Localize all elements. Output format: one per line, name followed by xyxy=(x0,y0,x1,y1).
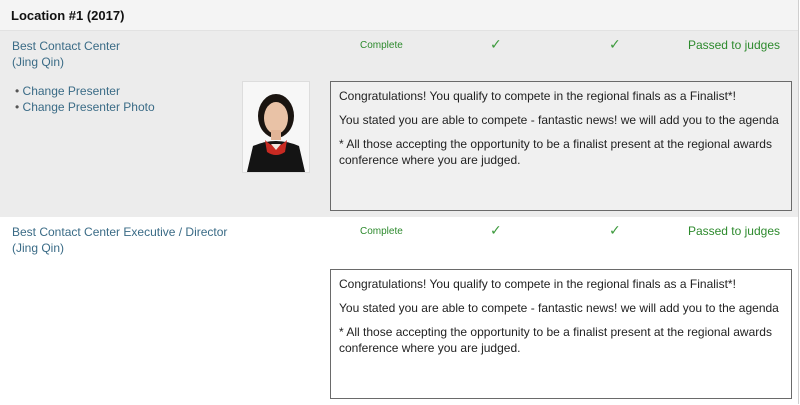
change-presenter-link[interactable]: Change Presenter xyxy=(15,83,155,99)
entry-category-link[interactable]: Best Contact Center Executive / Director… xyxy=(12,224,227,256)
entry-category[interactable]: Best Contact Center Executive / Director xyxy=(12,224,227,240)
checkmark-icon: ✓ xyxy=(490,222,502,238)
entry-presenter[interactable]: (Jing Qin) xyxy=(12,240,227,256)
entry-row: Best Contact Center Executive / Director… xyxy=(0,217,798,405)
presenter-photo-image xyxy=(243,82,309,172)
entries-panel: Location #1 (2017) Best Contact Center (… xyxy=(0,0,799,405)
message-note: * All those accepting the opportunity to… xyxy=(339,137,772,167)
presenter-photo xyxy=(242,81,310,173)
checkmark-icon: ✓ xyxy=(609,222,621,238)
status-complete: Complete xyxy=(360,226,403,237)
location-header: Location #1 (2017) xyxy=(0,0,798,31)
finalist-message-box: Congratulations! You qualify to compete … xyxy=(330,269,792,399)
change-presenter-photo-link[interactable]: Change Presenter Photo xyxy=(15,99,155,115)
message-congrats: Congratulations! You qualify to compete … xyxy=(339,277,736,291)
entry-presenter[interactable]: (Jing Qin) xyxy=(12,54,120,70)
passed-to-judges-status: Passed to judges xyxy=(687,38,780,52)
entry-category-link[interactable]: Best Contact Center (Jing Qin) xyxy=(12,38,120,70)
message-note: * All those accepting the opportunity to… xyxy=(339,325,772,355)
passed-to-judges-status: Passed to judges xyxy=(687,224,780,238)
location-title: Location #1 (2017) xyxy=(11,7,125,23)
message-congrats: Congratulations! You qualify to compete … xyxy=(339,89,736,103)
entry-row: Best Contact Center (Jing Qin) Complete … xyxy=(0,31,798,217)
presenter-actions: Change Presenter Change Presenter Photo xyxy=(15,83,155,115)
message-agenda: You stated you are able to compete - fan… xyxy=(339,301,779,315)
message-agenda: You stated you are able to compete - fan… xyxy=(339,113,779,127)
status-complete: Complete xyxy=(360,40,403,51)
finalist-message-box: Congratulations! You qualify to compete … xyxy=(330,81,792,211)
checkmark-icon: ✓ xyxy=(490,36,502,52)
entry-category[interactable]: Best Contact Center xyxy=(12,38,120,54)
checkmark-icon: ✓ xyxy=(609,36,621,52)
